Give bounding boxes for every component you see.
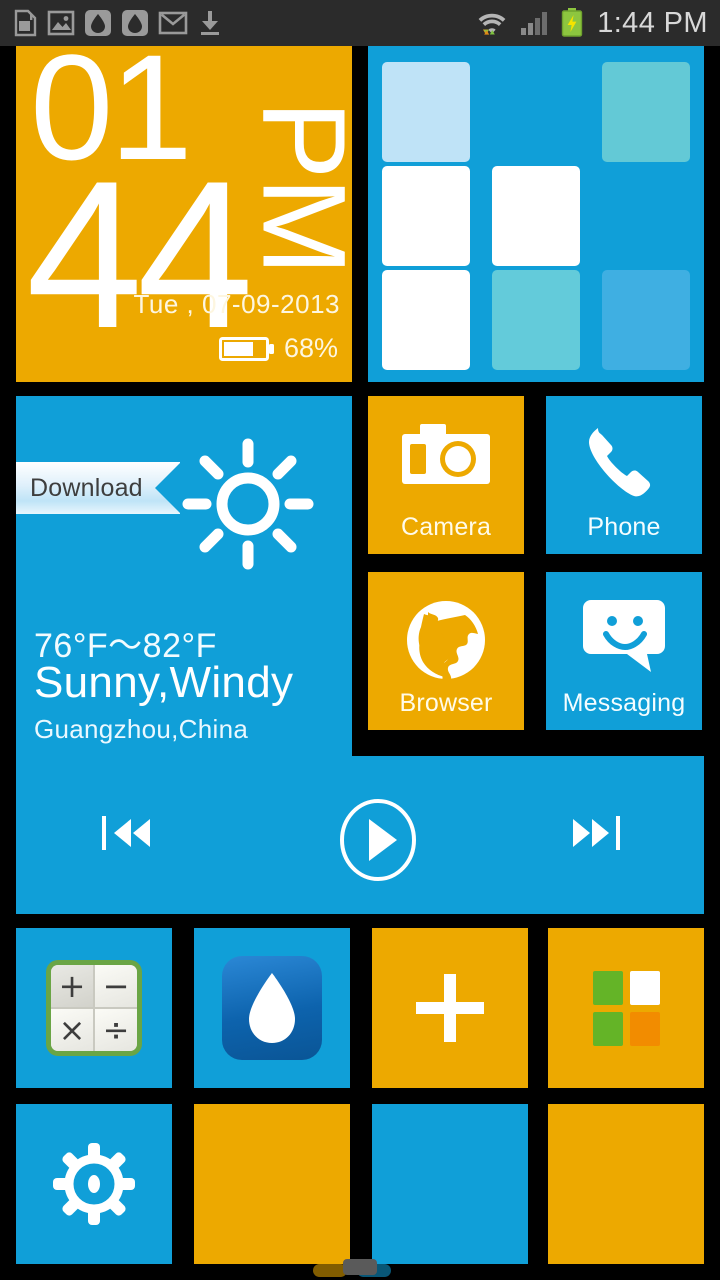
wifi-icon — [478, 13, 506, 35]
weather-condition: Sunny,Windy — [34, 658, 294, 707]
plus-icon — [416, 974, 484, 1042]
calculator-op-multiply: × — [51, 1009, 93, 1051]
tile-grid-widget[interactable] — [368, 46, 704, 382]
clock-date: Tue , 07-09-2013 — [133, 289, 340, 319]
music-player-widget[interactable] — [16, 756, 704, 914]
clock-widget[interactable]: 01 44 PM Tue , 07-09-2013 68% — [16, 46, 352, 382]
square-orange-bottom — [629, 1011, 660, 1046]
clock-minutes: 44 — [26, 137, 254, 372]
app-label-browser: Browser — [399, 689, 493, 717]
download-icon — [201, 11, 219, 35]
phone-icon — [546, 422, 702, 504]
app-tile-calculator[interactable]: + − × ÷ — [16, 928, 172, 1088]
status-bar-clock: 1:44 PM — [597, 6, 708, 39]
sd-card-icon — [14, 9, 37, 37]
download-ribbon[interactable]: Download — [16, 462, 180, 514]
square-green-top — [592, 970, 623, 1005]
home-screen: 01 44 PM Tue , 07-09-2013 68% Download 7… — [0, 46, 720, 1280]
handle-bar — [343, 1259, 377, 1275]
calculator-icon: + − × ÷ — [46, 960, 142, 1056]
gear-icon — [53, 1143, 135, 1225]
app-tile-messaging[interactable]: Messaging — [546, 572, 702, 730]
four-squares-icon — [592, 970, 660, 1046]
grid-cell — [382, 270, 470, 370]
clock-battery-percent: 68% — [283, 333, 338, 363]
globe-icon — [368, 598, 524, 682]
grid-cell — [382, 62, 470, 162]
status-bar-notification-icons — [12, 9, 223, 37]
grid-cell — [492, 166, 580, 266]
grid-cell — [492, 270, 580, 370]
download-ribbon-label: Download — [30, 473, 143, 502]
app-drawer-handle[interactable] — [313, 1256, 391, 1278]
water-drop-icon — [222, 956, 322, 1060]
grid-cell — [602, 166, 690, 266]
water-drop-icon-2 — [122, 10, 148, 36]
grid-cell — [492, 62, 580, 162]
calculator-op-divide: ÷ — [95, 1009, 137, 1051]
app-tile-browser[interactable]: Browser — [368, 572, 524, 730]
app-tile-empty-2[interactable] — [372, 1104, 528, 1264]
app-tile-settings[interactable] — [16, 1104, 172, 1264]
status-bar-system-icons: 1:44 PM — [475, 7, 708, 40]
square-green-bottom — [592, 1011, 623, 1046]
play-button[interactable] — [338, 798, 418, 882]
app-tile-water-drop[interactable] — [194, 928, 350, 1088]
clock-meridiem: PM — [237, 100, 353, 274]
weather-widget[interactable]: Download 76°F～82°F Sunny,Windy Guangzhou… — [16, 396, 352, 782]
camera-icon — [368, 422, 524, 492]
previous-track-button[interactable] — [100, 812, 156, 854]
handle-glow-left — [313, 1264, 347, 1277]
battery-charging-icon — [561, 8, 583, 37]
gallery-image-icon — [47, 10, 75, 36]
app-label-messaging: Messaging — [562, 689, 686, 717]
signal-icon — [521, 12, 548, 35]
weather-location: Guangzhou,China — [34, 714, 249, 744]
battery-icon — [218, 336, 274, 361]
status-bar[interactable]: 1:44 PM — [0, 0, 720, 46]
app-tile-phone[interactable]: Phone — [546, 396, 702, 554]
grid-cell — [382, 166, 470, 266]
app-tile-camera[interactable]: Camera — [368, 396, 524, 554]
calculator-op-plus: + — [51, 965, 93, 1007]
next-track-button[interactable] — [568, 812, 624, 854]
square-white-top — [629, 970, 660, 1005]
water-drop-icon-1 — [85, 10, 111, 36]
clock-battery-row: 68% — [218, 333, 338, 364]
app-tile-empty-3[interactable] — [548, 1104, 704, 1264]
chat-smiley-icon — [546, 598, 702, 674]
gmail-icon — [158, 11, 188, 35]
grid-cell — [602, 270, 690, 370]
app-tile-add[interactable] — [372, 928, 528, 1088]
sun-icon — [182, 438, 314, 570]
app-label-camera: Camera — [400, 513, 492, 541]
app-label-phone: Phone — [587, 513, 661, 541]
app-tile-empty-1[interactable] — [194, 1104, 350, 1264]
grid-cell — [602, 62, 690, 162]
app-tile-app-drawer[interactable] — [548, 928, 704, 1088]
calculator-op-minus: − — [95, 965, 137, 1007]
